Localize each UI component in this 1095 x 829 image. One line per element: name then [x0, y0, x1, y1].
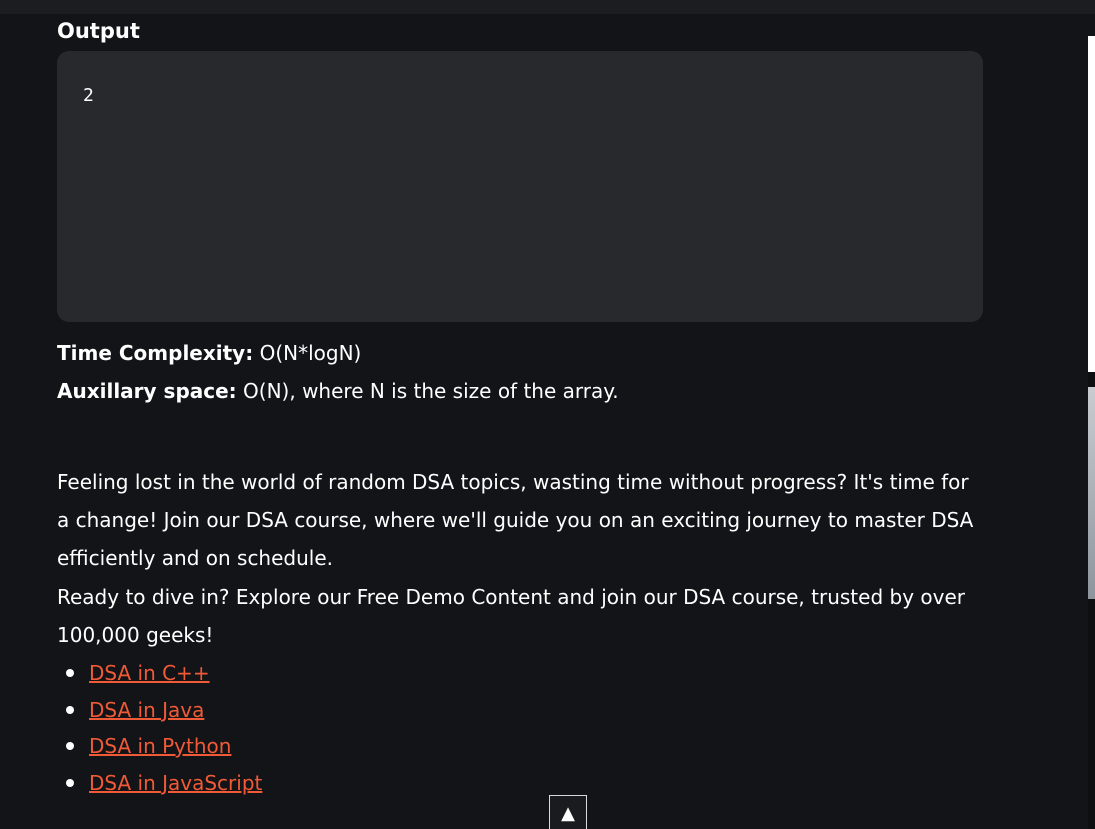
- list-item: DSA in Python: [57, 728, 262, 765]
- right-sidebar-edge: [1088, 36, 1095, 829]
- list-item: DSA in Java: [57, 692, 262, 729]
- link-dsa-javascript[interactable]: DSA in JavaScript: [89, 771, 262, 795]
- up-triangle-icon: ▲: [561, 803, 575, 824]
- scroll-to-top-button[interactable]: ▲: [549, 795, 587, 829]
- link-dsa-cpp[interactable]: DSA in C++: [89, 661, 210, 685]
- time-complexity-value: O(N*logN): [253, 341, 362, 365]
- output-code-block: [57, 51, 983, 322]
- top-band: [0, 0, 1095, 14]
- link-dsa-python[interactable]: DSA in Python: [89, 734, 231, 758]
- bullet-icon: [66, 669, 74, 677]
- auxiliary-space: Auxillary space: O(N), where N is the si…: [57, 377, 619, 405]
- list-item: DSA in C++: [57, 655, 262, 692]
- promo-paragraph: Feeling lost in the world of random DSA …: [57, 470, 974, 570]
- bullet-icon: [66, 705, 74, 714]
- time-complexity-label: Time Complexity:: [57, 341, 254, 365]
- time-complexity: Time Complexity: O(N*logN): [57, 339, 361, 367]
- link-dsa-java[interactable]: DSA in Java: [89, 698, 204, 722]
- bullet-icon: [66, 778, 74, 787]
- promo-call-to-action: Ready to dive in? Explore our Free Demo …: [57, 585, 965, 647]
- sidebar-image: [1088, 387, 1095, 599]
- auxiliary-space-value: O(N), where N is the size of the array.: [236, 379, 619, 403]
- output-value: 2: [83, 85, 94, 106]
- output-heading: Output: [57, 19, 140, 43]
- auxiliary-space-label: Auxillary space:: [57, 379, 237, 403]
- list-item: DSA in JavaScript: [57, 765, 262, 802]
- course-link-list: DSA in C++ DSA in Java DSA in Python DSA…: [57, 655, 262, 801]
- sidebar-ad-panel: [1088, 36, 1095, 372]
- bullet-icon: [66, 742, 74, 750]
